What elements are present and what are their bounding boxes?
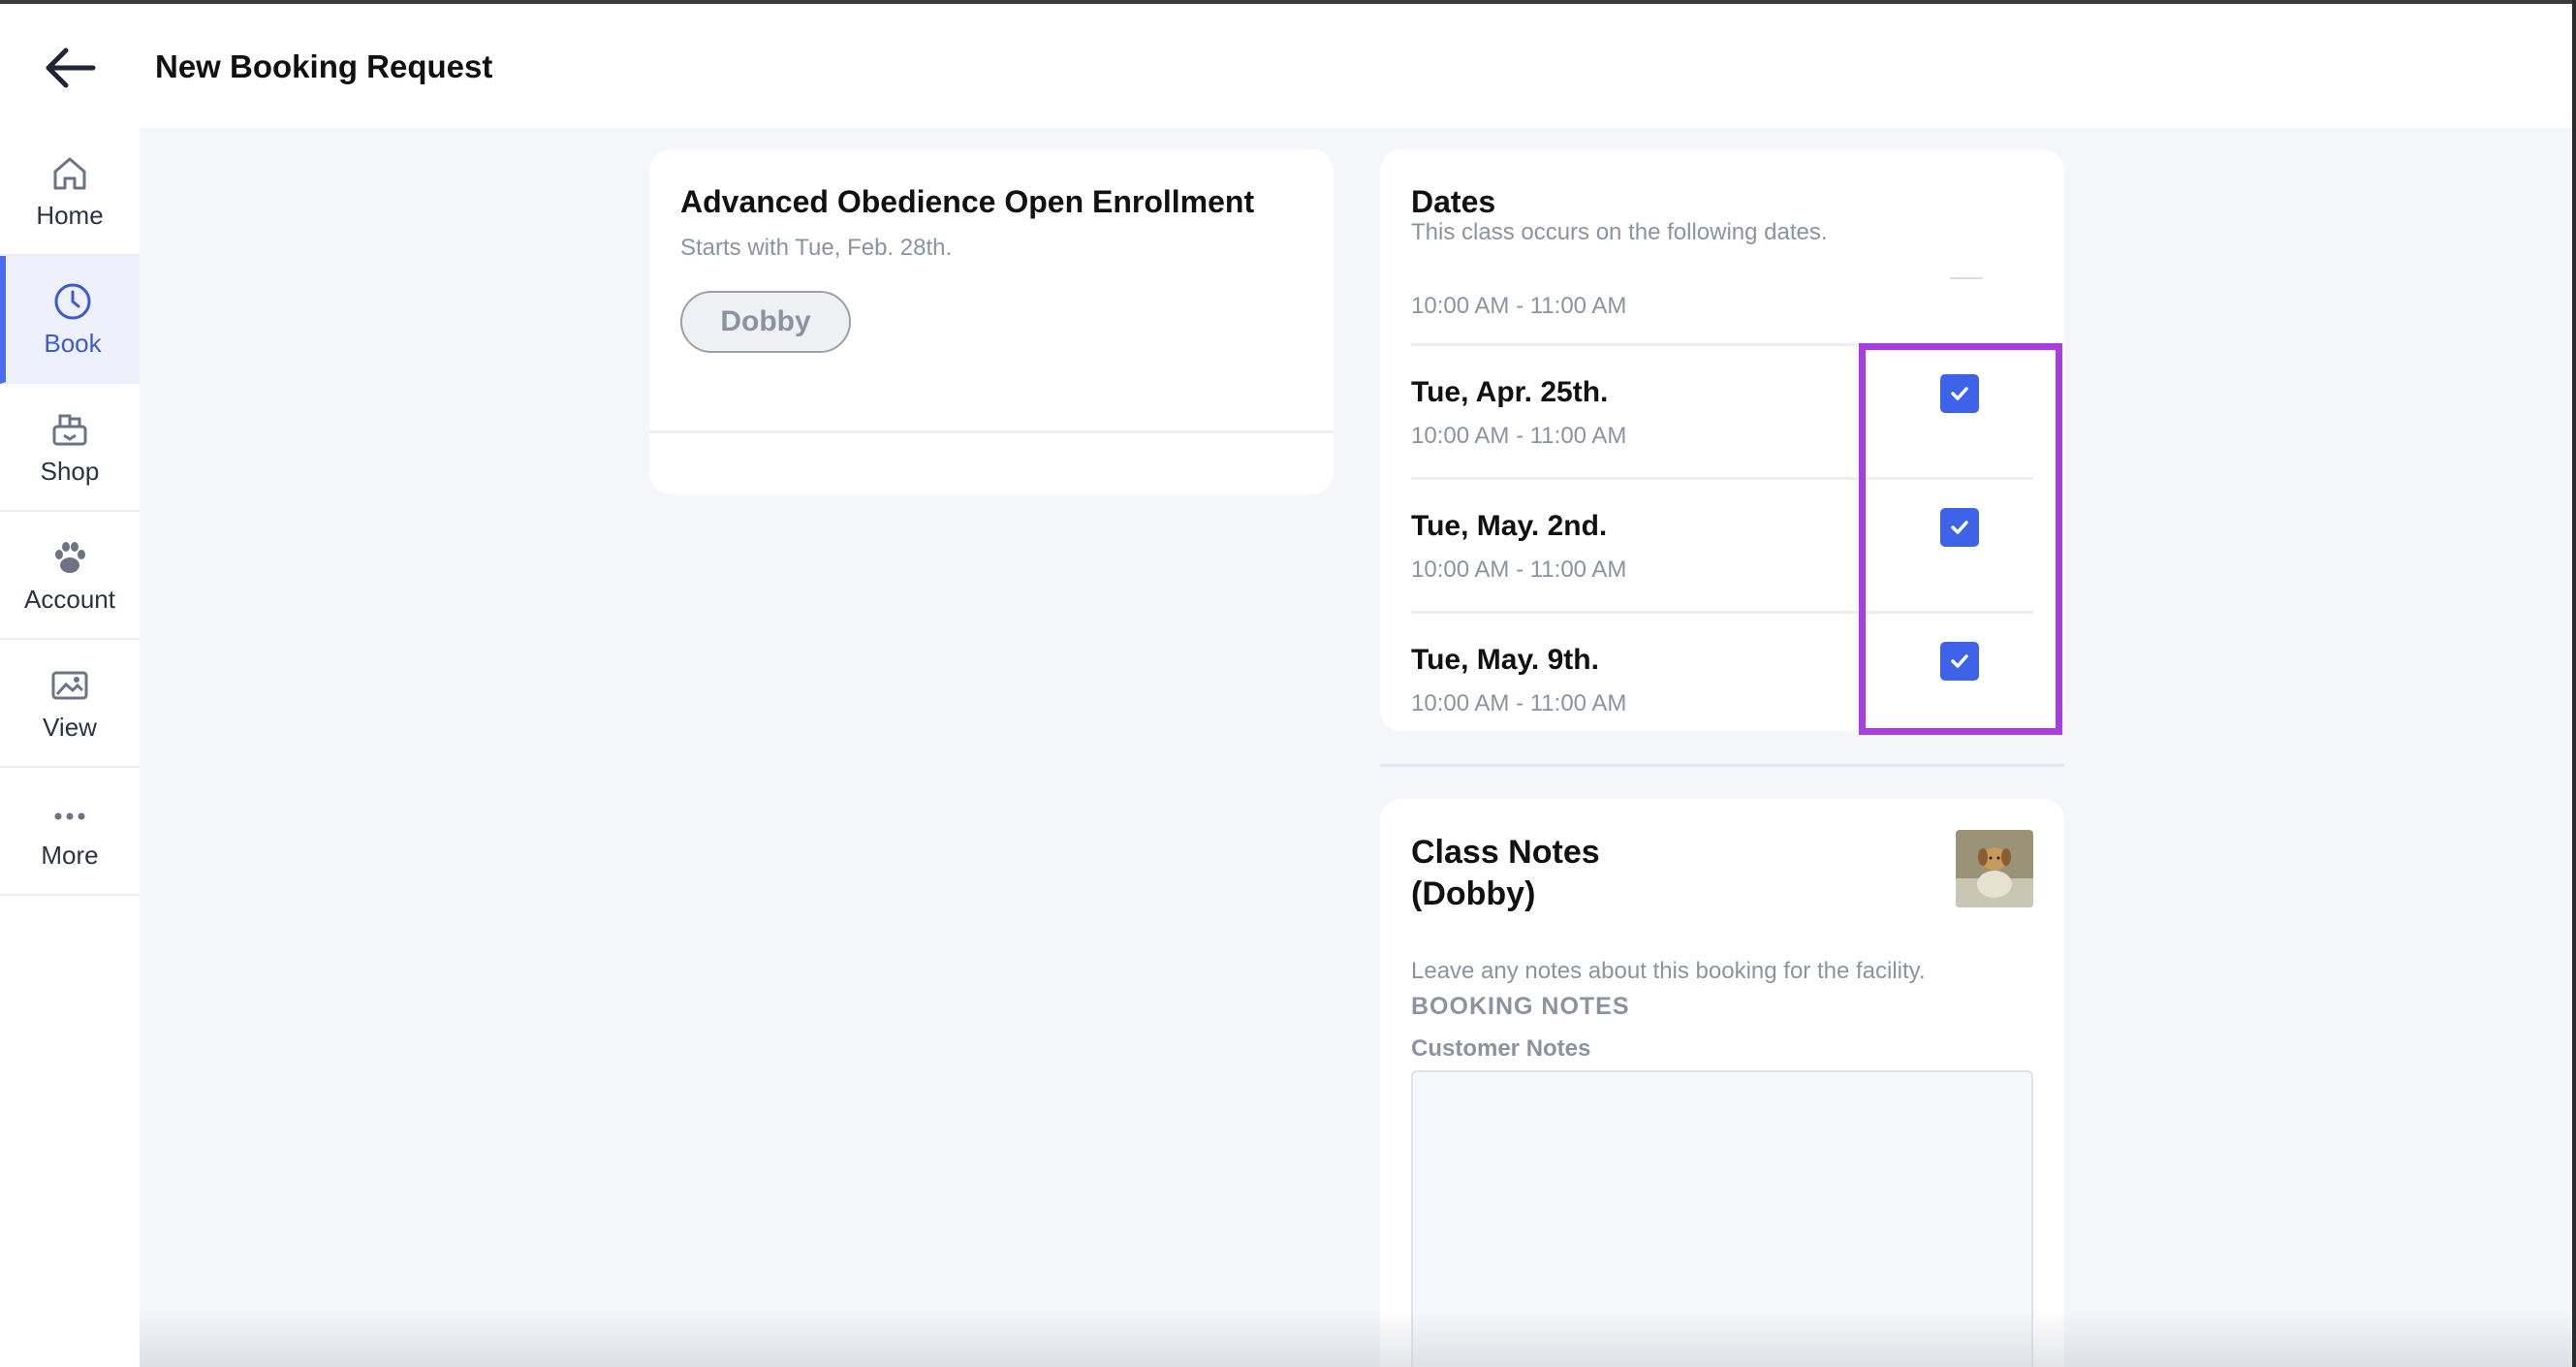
sidebar-item-view[interactable]: View bbox=[0, 640, 140, 768]
date-time: 10:00 AM - 11:00 AM bbox=[1411, 556, 1627, 583]
notes-title-pet: (Dobby) bbox=[1411, 875, 1536, 912]
arrow-left-icon bbox=[46, 48, 96, 88]
sidebar-item-label: Shop bbox=[40, 456, 100, 486]
clock-icon bbox=[51, 280, 94, 323]
sidebar-item-label: Home bbox=[36, 200, 104, 230]
sidebar-item-account[interactable]: Account bbox=[0, 512, 140, 640]
date-time: 10:00 AM - 11:00 AM bbox=[1411, 423, 1627, 449]
pet-photo bbox=[1956, 830, 2033, 907]
sidebar-item-label: Book bbox=[44, 328, 102, 358]
checkbox-highlight-annotation bbox=[1859, 343, 2062, 735]
notes-title: Class Notes (Dobby) bbox=[1411, 832, 1702, 915]
image-icon bbox=[48, 664, 91, 707]
sidebar-item-label: Account bbox=[24, 584, 115, 614]
date-label: Tue, May. 9th. bbox=[1411, 644, 1599, 676]
sidebar-item-shop[interactable]: Shop bbox=[0, 384, 140, 512]
sidebar-item-label: More bbox=[41, 840, 99, 870]
dates-subtitle: This class occurs on the following dates… bbox=[1411, 219, 1828, 245]
sidebar-item-book[interactable]: Book bbox=[0, 256, 140, 384]
booking-notes-heading: BOOKING NOTES bbox=[1411, 993, 1630, 1020]
page-title: New Booking Request bbox=[155, 48, 493, 84]
section-divider bbox=[1380, 764, 2064, 767]
home-icon bbox=[48, 152, 91, 195]
class-notes-card: Class Notes (Dobby) Leave any notes abou… bbox=[1380, 799, 2064, 1367]
more-dots-icon bbox=[48, 792, 91, 835]
shop-icon bbox=[48, 408, 91, 451]
divider bbox=[649, 430, 1334, 433]
class-card: Advanced Obedience Open Enrollment Start… bbox=[649, 149, 1334, 494]
app-header: New Booking Request bbox=[0, 4, 2572, 128]
notes-description: Leave any notes about this booking for t… bbox=[1411, 958, 1926, 984]
class-start-date: Starts with Tue, Feb. 28th. bbox=[680, 235, 953, 261]
date-label: Tue, Apr. 25th. bbox=[1411, 376, 1609, 408]
bottom-shadow bbox=[140, 1309, 2572, 1367]
paw-icon bbox=[48, 536, 91, 579]
sidebar-item-label: View bbox=[43, 712, 97, 742]
customer-notes-label: Customer Notes bbox=[1411, 1035, 1591, 1062]
class-title: Advanced Obedience Open Enrollment bbox=[680, 184, 1255, 219]
scroll-indicator bbox=[1950, 277, 1983, 279]
notes-title-line: Class Notes bbox=[1411, 834, 1600, 871]
date-time: 10:00 AM - 11:00 AM bbox=[1411, 293, 1627, 319]
date-label: Tue, May. 2nd. bbox=[1411, 510, 1608, 542]
pet-chip[interactable]: Dobby bbox=[680, 291, 851, 353]
sidebar: Home Book Shop Account View More bbox=[0, 128, 140, 1367]
sidebar-item-home[interactable]: Home bbox=[0, 128, 140, 256]
main-content: Advanced Obedience Open Enrollment Start… bbox=[140, 128, 2572, 1367]
back-button[interactable] bbox=[37, 39, 103, 97]
date-time: 10:00 AM - 11:00 AM bbox=[1411, 690, 1627, 716]
window-frame-right bbox=[2572, 0, 2576, 1367]
sidebar-item-more[interactable]: More bbox=[0, 768, 140, 896]
dates-title: Dates bbox=[1411, 184, 1496, 219]
